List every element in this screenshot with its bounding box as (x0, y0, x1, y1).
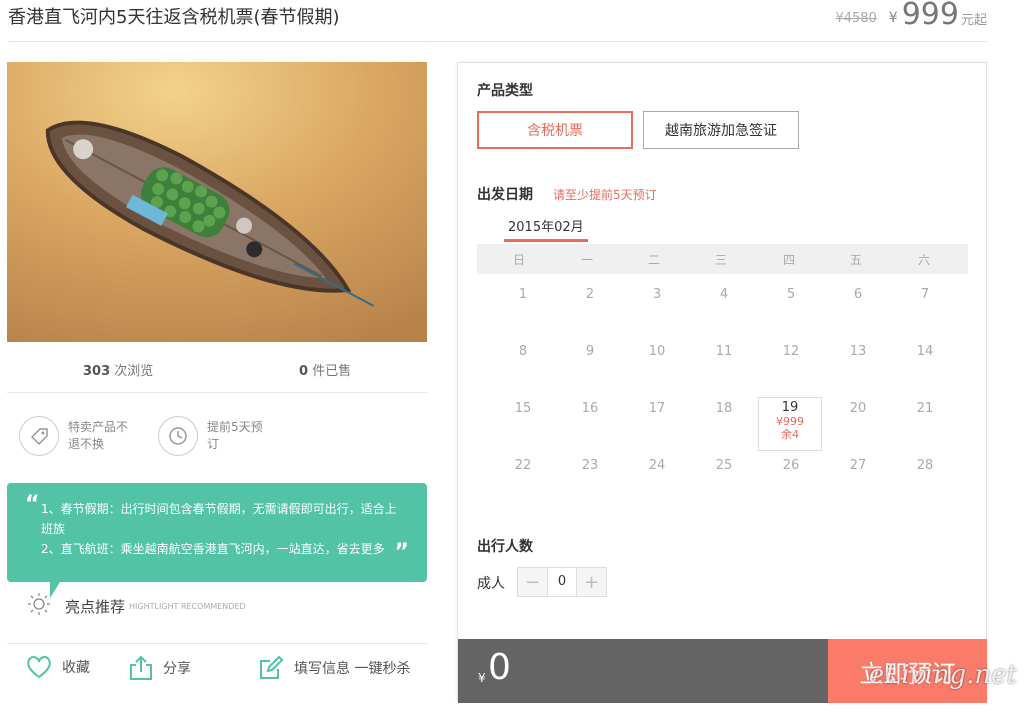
adult-stepper: − 0 + (517, 567, 607, 597)
total-currency: ¥ (478, 671, 486, 685)
fill-info-button[interactable]: 填写信息 一键秒杀 (258, 655, 410, 681)
actions-divider (7, 643, 427, 644)
feature-no-refund: 特卖产品不退不换 (19, 416, 132, 456)
favorite-label: 收藏 (62, 660, 90, 676)
calendar-day[interactable]: 6 (838, 287, 878, 302)
calendar-day[interactable]: 17 (637, 401, 677, 416)
booking-panel: 产品类型 含税机票 越南旅游加急签证 出发日期 请至少提前5天预订 2015年0… (457, 62, 987, 703)
share-button[interactable]: 分享 (129, 655, 191, 681)
currency-symbol: ¥ (888, 10, 898, 26)
calendar-day[interactable]: 9 (570, 344, 610, 359)
calendar-day[interactable]: 3 (637, 287, 677, 302)
clock-icon (158, 416, 198, 456)
share-icon (129, 655, 153, 681)
calendar-day[interactable]: 15 (503, 401, 543, 416)
total-price: 0 (488, 647, 511, 688)
tag-icon (19, 416, 59, 456)
weekday: 五 (849, 253, 862, 267)
total-bar: ¥ 0 (458, 639, 828, 703)
quote-close-icon: ” (394, 540, 409, 565)
highlight-line-2: 2、直飞航班：乘坐越南航空香港直飞河内，一站直达，省去更多 (41, 542, 385, 556)
calendar-day[interactable]: 5 (771, 287, 811, 302)
calendar-day[interactable]: 22 (503, 458, 543, 473)
feature-text: 提前5天预订 (207, 420, 263, 451)
share-label: 分享 (163, 661, 191, 677)
highlight-title: 亮点推荐 (65, 597, 126, 616)
fill-info-label: 填写信息 一键秒杀 (294, 661, 411, 677)
heart-icon (26, 655, 52, 679)
price-block: ¥4580 ¥ 999 元起 (835, 0, 987, 32)
current-price: 999 (901, 0, 959, 32)
weekday: 六 (917, 253, 930, 267)
type-option-ticket[interactable]: 含税机票 (477, 111, 633, 149)
calendar-day[interactable]: 1 (503, 287, 543, 302)
adult-count[interactable]: 0 (547, 568, 577, 596)
calendar-day[interactable]: 12 (771, 344, 811, 359)
calendar-day[interactable]: 10 (637, 344, 677, 359)
calendar-day[interactable]: 14 (905, 344, 945, 359)
highlight-box: “ 1、春节假期：出行时间包含春节假期，无需请假即可出行，适合上班族 2、直飞航… (7, 483, 427, 582)
weekday: 一 (580, 253, 593, 267)
header-divider (8, 41, 987, 42)
calendar-day[interactable]: 7 (905, 287, 945, 302)
edit-icon (258, 655, 284, 681)
departure-date-label: 出发日期 (477, 187, 533, 203)
weekday: 二 (647, 253, 660, 267)
day-price: ¥999 (776, 415, 804, 428)
weekday: 日 (512, 253, 525, 267)
calendar-day[interactable]: 27 (838, 458, 878, 473)
quote-open-icon: “ (25, 492, 40, 517)
highlight-label: 亮点推荐 HIGHTLIGHT RECOMMENDED (27, 592, 246, 620)
sold-count: 0 件已售 (299, 364, 352, 379)
weekday-header: 日 一 二 三 四 五 六 (477, 244, 968, 274)
product-photo (7, 62, 427, 342)
calendar-day[interactable]: 24 (637, 458, 677, 473)
original-price: ¥4580 (835, 11, 877, 26)
feature-text: 特卖产品不退不换 (68, 420, 129, 451)
minus-button[interactable]: − (518, 568, 547, 596)
view-count: 303 次浏览 (83, 364, 154, 379)
calendar-day[interactable]: 16 (570, 401, 610, 416)
calendar-day-selected[interactable]: 19 ¥999 余4 (758, 397, 822, 451)
month-tab[interactable]: 2015年02月 (504, 216, 588, 242)
weekday: 四 (782, 253, 795, 267)
weekday: 三 (714, 253, 727, 267)
plus-button[interactable]: + (577, 568, 606, 596)
calendar-day[interactable]: 28 (905, 458, 945, 473)
calendar-day[interactable]: 18 (704, 401, 744, 416)
sun-icon (27, 592, 51, 620)
product-title: 香港直飞河内5天往返含税机票(春节假期) (8, 7, 340, 28)
highlight-subtitle: HIGHTLIGHT RECOMMENDED (129, 601, 246, 611)
date-note: 请至少提前5天预订 (553, 188, 657, 202)
calendar-day[interactable]: 13 (838, 344, 878, 359)
product-stats: 303 次浏览 0 件已售 (7, 360, 427, 380)
day-stock: 余4 (781, 428, 799, 441)
calendar-day[interactable]: 21 (905, 401, 945, 416)
price-unit: 元起 (960, 13, 987, 28)
calendar-day[interactable]: 8 (503, 344, 543, 359)
calendar-day[interactable]: 4 (704, 287, 744, 302)
calendar-day[interactable]: 20 (838, 401, 878, 416)
highlight-line-1: 1、春节假期：出行时间包含春节假期，无需请假即可出行，适合上班族 (41, 502, 397, 536)
type-option-visa[interactable]: 越南旅游加急签证 (643, 111, 799, 149)
calendar-day[interactable]: 26 (771, 458, 811, 473)
calendar-day[interactable]: 11 (704, 344, 744, 359)
calendar-day[interactable]: 2 (570, 287, 610, 302)
feature-advance-booking: 提前5天预订 (158, 416, 271, 456)
calendar-day[interactable]: 25 (704, 458, 744, 473)
day-number: 19 (781, 400, 799, 415)
calendar-day[interactable]: 23 (570, 458, 610, 473)
stats-divider (7, 392, 427, 393)
watermark: eLiving.net (868, 660, 1017, 690)
adult-label: 成人 (477, 576, 505, 592)
product-type-label: 产品类型 (477, 83, 533, 99)
favorite-button[interactable]: 收藏 (26, 655, 90, 679)
travelers-label: 出行人数 (477, 539, 533, 555)
